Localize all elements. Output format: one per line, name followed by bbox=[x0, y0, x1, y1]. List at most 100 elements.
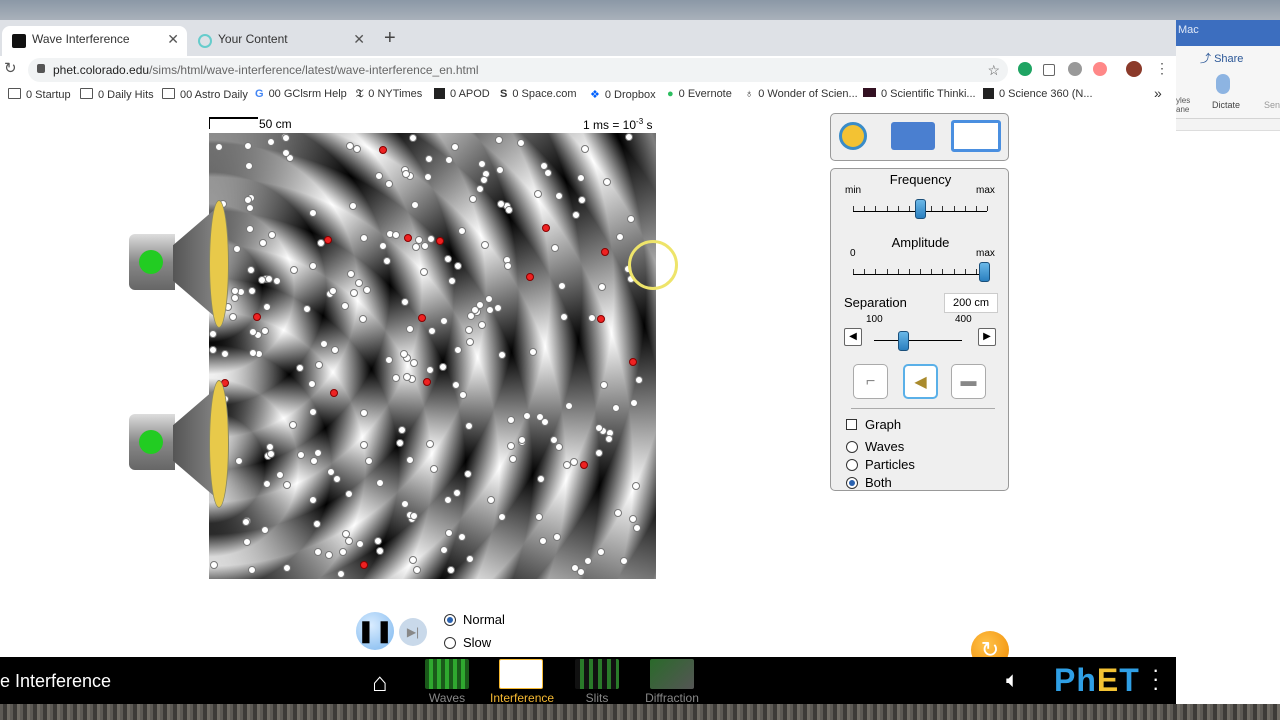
air-particle bbox=[330, 389, 338, 397]
air-particle bbox=[581, 145, 589, 153]
air-particle bbox=[244, 142, 252, 150]
air-particle bbox=[276, 471, 284, 479]
separation-slider-thumb[interactable] bbox=[898, 331, 910, 351]
screen-label: Diffraction bbox=[645, 691, 699, 705]
slider-tick bbox=[920, 269, 921, 274]
close-tab-icon[interactable]: ✕ bbox=[167, 31, 179, 48]
air-particle bbox=[458, 533, 466, 541]
air-particle bbox=[353, 145, 361, 153]
extension-arrow-icon[interactable] bbox=[1093, 62, 1107, 76]
air-particle bbox=[523, 412, 531, 420]
content-favicon-icon bbox=[198, 34, 212, 48]
speaker-button-top[interactable] bbox=[139, 250, 163, 274]
tab-your-content[interactable]: Your Content ✕ bbox=[188, 26, 373, 56]
share-button[interactable]: ⤴ Share bbox=[1200, 50, 1243, 66]
screen-interference-button[interactable]: Interference bbox=[490, 659, 555, 705]
screen-diffraction-button[interactable]: Diffraction bbox=[641, 659, 703, 705]
tape-measure-icon[interactable] bbox=[839, 122, 867, 150]
speed-normal-circle[interactable] bbox=[444, 614, 456, 626]
amplitude-slider-thumb[interactable] bbox=[979, 262, 990, 282]
new-tab-icon[interactable]: + bbox=[384, 27, 396, 50]
both-radio[interactable]: Both bbox=[846, 475, 892, 490]
bookmark-item[interactable]: 𝔗 0 NYTimes bbox=[356, 88, 422, 101]
bookmark-item[interactable]: 0 Startup bbox=[8, 88, 71, 101]
speaker-top[interactable] bbox=[129, 194, 229, 334]
speaker-button-bottom[interactable] bbox=[139, 430, 163, 454]
waves-radio[interactable]: Waves bbox=[846, 439, 904, 454]
separation-value: 200 cm bbox=[944, 293, 998, 313]
bookmark-item[interactable]: 0 APOD bbox=[434, 88, 490, 100]
stopwatch-icon[interactable] bbox=[891, 122, 935, 150]
phet-menu-icon[interactable]: · · · bbox=[1152, 659, 1159, 699]
air-particle bbox=[478, 160, 486, 168]
step-forward-button[interactable]: ▶| bbox=[399, 618, 427, 646]
air-particle bbox=[209, 346, 217, 354]
air-particle bbox=[600, 381, 608, 389]
tab-wave-interference[interactable]: Wave Interference ✕ bbox=[2, 26, 187, 56]
bookmark-star-icon[interactable]: ☆ bbox=[987, 58, 1000, 82]
water-faucet-button[interactable]: ⌐ bbox=[853, 364, 888, 399]
sound-toggle-icon[interactable]: 🔈︎ bbox=[1006, 667, 1019, 693]
separation-slider-track[interactable] bbox=[874, 340, 962, 341]
close-tab-icon[interactable]: ✕ bbox=[353, 31, 365, 48]
bookmark-item[interactable]: G 00 GClsrm Help bbox=[255, 88, 347, 100]
bookmark-item[interactable]: ♁ 0 Wonder of Scien... bbox=[745, 88, 858, 100]
air-particle bbox=[259, 239, 267, 247]
speed-slow-circle[interactable] bbox=[444, 637, 456, 649]
bookmark-item[interactable]: ❖ 0 Dropbox bbox=[590, 88, 656, 101]
reload-icon[interactable]: ↻ bbox=[4, 59, 17, 77]
pause-button[interactable]: ❚❚ bbox=[356, 612, 394, 650]
bookmark-item[interactable]: 00 Astro Daily bbox=[162, 88, 248, 101]
home-icon[interactable]: ⌂ bbox=[372, 667, 388, 698]
screen-waves-button[interactable]: Waves bbox=[416, 659, 478, 705]
extension-gray-icon[interactable] bbox=[1068, 62, 1082, 76]
wave-field[interactable] bbox=[209, 133, 656, 579]
light-laser-button[interactable]: ▬ bbox=[951, 364, 986, 399]
air-particle bbox=[580, 461, 588, 469]
graph-check-box[interactable] bbox=[846, 419, 857, 430]
phet-logo[interactable]: PhET bbox=[1054, 662, 1140, 699]
air-particle bbox=[363, 286, 371, 294]
air-particle bbox=[481, 241, 489, 249]
sound-speaker-button[interactable]: ◀ bbox=[903, 364, 938, 399]
air-particle bbox=[341, 302, 349, 310]
wave-meter-icon[interactable] bbox=[951, 120, 1001, 152]
separation-decrease-button[interactable]: ◀ bbox=[844, 328, 862, 346]
air-particle bbox=[480, 176, 488, 184]
bookmark-item[interactable]: S 0 Space.com bbox=[500, 88, 577, 100]
graph-checkbox[interactable]: Graph bbox=[846, 417, 901, 432]
amplitude-slider-track[interactable] bbox=[853, 274, 987, 275]
browser-menu-icon[interactable]: ⋮ bbox=[1155, 60, 1169, 77]
bookmark-item[interactable]: 0 Science 360 (N... bbox=[983, 88, 1093, 100]
speaker-bottom[interactable] bbox=[129, 374, 229, 514]
particles-radio[interactable]: Particles bbox=[846, 457, 915, 472]
particles-radio-circle[interactable] bbox=[846, 459, 858, 471]
bookmarks-overflow-icon[interactable]: » bbox=[1154, 85, 1162, 101]
bookmark-item[interactable]: ● 0 Evernote bbox=[667, 88, 732, 100]
mic-icon[interactable] bbox=[1216, 74, 1230, 94]
screen-label: Interference bbox=[490, 691, 555, 705]
air-particle bbox=[409, 556, 417, 564]
screen-slits-button[interactable]: Slits bbox=[566, 659, 628, 705]
air-particle bbox=[445, 156, 453, 164]
air-particle bbox=[425, 155, 433, 163]
address-bar[interactable]: phet.colorado.edu/sims/html/wave-interfe… bbox=[28, 58, 1008, 82]
bookmark-item[interactable]: 0 Scientific Thinki... bbox=[863, 88, 976, 100]
both-radio-circle[interactable] bbox=[846, 477, 858, 489]
tab-label: Your Content bbox=[218, 32, 288, 46]
profile-avatar-icon[interactable] bbox=[1126, 61, 1142, 77]
speed-slow-radio[interactable]: Slow bbox=[444, 635, 491, 650]
air-particle bbox=[231, 287, 239, 295]
air-particle bbox=[410, 359, 418, 367]
air-particle bbox=[633, 524, 641, 532]
air-particle bbox=[614, 509, 622, 517]
speed-normal-radio[interactable]: Normal bbox=[444, 612, 505, 627]
extension-green-icon[interactable] bbox=[1018, 62, 1032, 76]
extension-grid-icon[interactable] bbox=[1043, 64, 1055, 76]
word-document[interactable] bbox=[1176, 130, 1280, 711]
waves-radio-circle[interactable] bbox=[846, 441, 858, 453]
separation-increase-button[interactable]: ▶ bbox=[978, 328, 996, 346]
frequency-slider-thumb[interactable] bbox=[915, 199, 926, 219]
bookmark-item[interactable]: 0 Daily Hits bbox=[80, 88, 154, 101]
air-particle bbox=[465, 422, 473, 430]
